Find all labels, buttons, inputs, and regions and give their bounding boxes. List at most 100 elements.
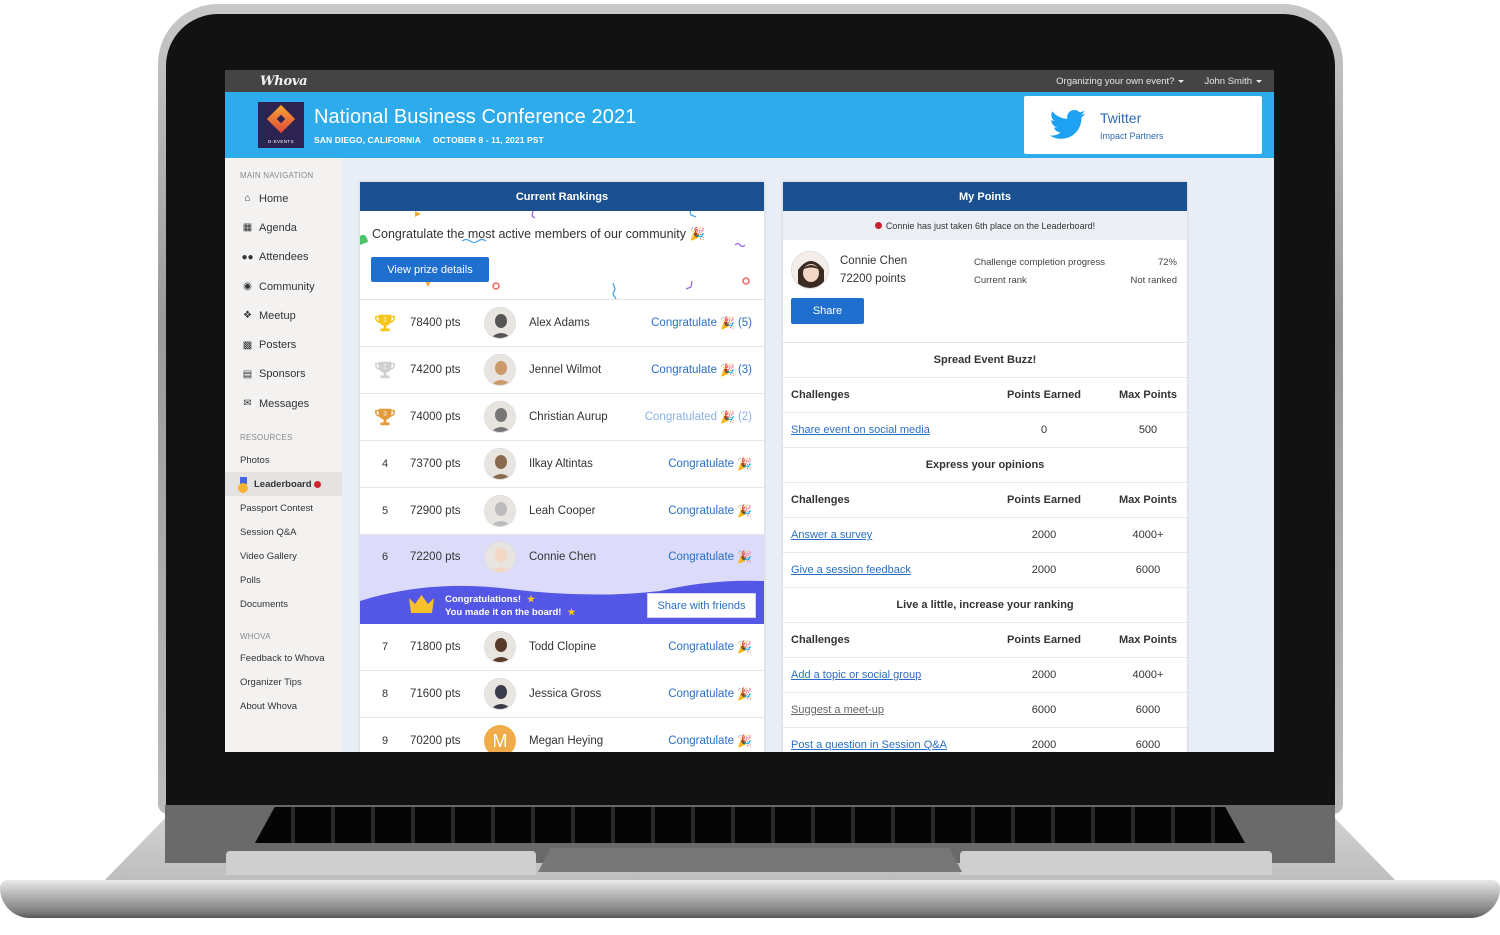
ranking-points: 78400 pts [410,317,461,329]
sponsor-subtitle: Impact Partners [1100,130,1164,141]
sponsor-name: Twitter [1100,109,1142,126]
my-points-panel: My Points Connie has just taken 6th plac… [783,182,1187,752]
ranking-row: 5 72900 pts Leah Cooper Congratulate 🎉 [360,488,764,535]
congratulate-button[interactable]: Congratulate 🎉 [668,457,752,471]
max-points: 6000 [1135,564,1161,576]
my-points-title: My Points [783,182,1187,211]
avatar[interactable] [484,631,516,663]
challenge-link[interactable]: Add a topic or social group [791,669,921,681]
congratulated-button[interactable]: Congratulated 🎉 (2) [645,410,752,424]
share-with-friends-button[interactable]: Share with friends [647,593,756,618]
rankings-intro: Congratulate the most active members of … [360,211,764,300]
trophy-icon: 3 [375,408,395,426]
attendee-name[interactable]: Alex Adams [529,317,651,329]
event-banner: D-EVENTS National Business Conference 20… [225,92,1274,158]
attendee-name[interactable]: Jennel Wilmot [529,364,651,376]
my-name: Connie Chen [840,255,908,267]
max-points: 6000 [1135,739,1161,751]
attendee-name[interactable]: Todd Clopine [529,641,668,653]
sidebar-item-video-gallery[interactable]: Video Gallery [225,544,342,568]
sidebar-item-polls[interactable]: Polls [225,568,342,592]
avatar[interactable] [484,541,516,573]
handshake-icon: ❖ [243,310,252,322]
sidebar-item-leaderboard[interactable]: Leaderboard [225,472,342,497]
rank-number: 8 [381,688,389,700]
banner-line-1: Congratulations! [445,594,521,605]
whova-logo[interactable]: Whova [260,74,308,89]
challenge-row: Answer a survey 2000 4000+ [783,518,1187,553]
challenge-table-header: Challenges Points Earned Max Points [783,378,1187,413]
attendee-name[interactable]: Christian Aurup [529,411,645,423]
sponsor-card[interactable]: Twitter Impact Partners [1024,96,1262,154]
sidebar-item-community[interactable]: ◉ Community [225,272,342,301]
svg-text:3: 3 [383,411,387,418]
view-prize-details-button[interactable]: View prize details [371,257,489,282]
party-popper-icon: 🎉 [719,410,735,424]
challenge-link[interactable]: Answer a survey [791,529,872,541]
ranking-row: 9 70200 pts M Megan Heying Congratulate 🎉 [360,718,764,752]
congratulate-button[interactable]: Congratulate 🎉 (5) [651,316,752,330]
sidebar-item-home[interactable]: ⌂ Home [225,184,342,213]
points-earned: 2000 [1031,529,1057,541]
main-nav-heading: MAIN NAVIGATION [240,171,314,180]
sidebar-item-sponsors[interactable]: ▤ Sponsors [225,360,342,389]
attendee-name[interactable]: Connie Chen [529,551,668,563]
avatar[interactable] [484,495,516,527]
sidebar-item-documents[interactable]: Documents [225,592,342,616]
avatar [791,251,829,289]
trophy-icon: 1 [375,314,395,332]
ranking-row: 1 78400 pts Alex Adams Congratulate 🎉 (5) [360,300,764,347]
party-popper-icon: 🎉 [737,687,752,701]
congratulate-button[interactable]: Congratulate 🎉 [668,687,752,701]
congratulate-button[interactable]: Congratulate 🎉 [668,640,752,654]
congratulate-button[interactable]: Congratulate 🎉 [668,734,752,748]
congratulate-button[interactable]: Congratulate 🎉 (3) [651,363,752,377]
sidebar-item-posters[interactable]: ▩ Posters [225,330,342,359]
sidebar-item-photos[interactable]: Photos [225,448,342,472]
organize-event-menu[interactable]: Organizing your own event? [1056,76,1185,87]
sidebar-item-session-qa[interactable]: Session Q&A [225,520,342,544]
avatar[interactable] [484,448,516,480]
trophy-icon: 2 [375,361,395,379]
challenge-row: Post a question in Session Q&A 2000 6000 [783,728,1187,752]
attendee-name[interactable]: Megan Heying [529,735,668,747]
share-button[interactable]: Share [791,298,864,324]
avatar[interactable] [484,401,516,433]
comments-icon: ◉ [243,281,252,293]
avatar[interactable]: M [484,725,516,752]
attendee-name[interactable]: Ilkay Altintas [529,458,668,470]
ranking-row: 8 71600 pts Jessica Gross Congratulate 🎉 [360,671,764,718]
avatar[interactable] [484,678,516,710]
made-the-board-banner: Congratulations! ★ You made it on the boa… [360,579,764,624]
attendee-name[interactable]: Leah Cooper [529,505,668,517]
ranking-row: 4 73700 pts Ilkay Altintas Congratulate 🎉 [360,441,764,488]
app-screen: Whova Organizing your own event? John Sm… [225,70,1274,752]
sidebar-item-agenda[interactable]: ▦ Agenda [225,213,342,242]
rank-value: Not ranked [1130,275,1177,286]
challenge-link[interactable]: Share event on social media [791,424,930,436]
star-icon: ★ [527,594,536,604]
challenge-link[interactable]: Post a question in Session Q&A [791,739,947,751]
user-menu[interactable]: John Smith [1204,76,1262,87]
sidebar-item-feedback[interactable]: Feedback to Whova [225,646,342,670]
congratulate-button[interactable]: Congratulate 🎉 [668,504,752,518]
avatar[interactable] [484,354,516,386]
sidebar-item-organizer-tips[interactable]: Organizer Tips [225,670,342,694]
attendee-name[interactable]: Jessica Gross [529,688,668,700]
sidebar-item-attendees[interactable]: ●● Attendees [225,243,342,272]
sidebar-item-passport-contest[interactable]: Passport Contest [225,496,342,520]
sidebar-item-meetup[interactable]: ❖ Meetup [225,301,342,330]
congratulate-button[interactable]: Congratulate 🎉 [668,550,752,564]
challenge-link[interactable]: Give a session feedback [791,564,911,576]
challenge-link[interactable]: Suggest a meet-up [791,704,884,716]
rankings-list: 1 78400 pts Alex Adams Congratulate 🎉 (5) 2 74… [360,300,764,752]
laptop-frame: Whova Organizing your own event? John Sm… [0,0,1500,935]
sidebar-item-messages[interactable]: ✉ Messages [225,389,342,418]
sidebar-item-about-whova[interactable]: About Whova [225,694,342,718]
challenge-section-title: Express your opinions [783,448,1187,483]
event-title: National Business Conference 2021 [314,105,637,128]
points-earned: 2000 [1031,669,1057,681]
column-header: Max Points [1118,634,1178,646]
twitter-bird-icon [1050,110,1086,139]
avatar[interactable] [484,307,516,339]
